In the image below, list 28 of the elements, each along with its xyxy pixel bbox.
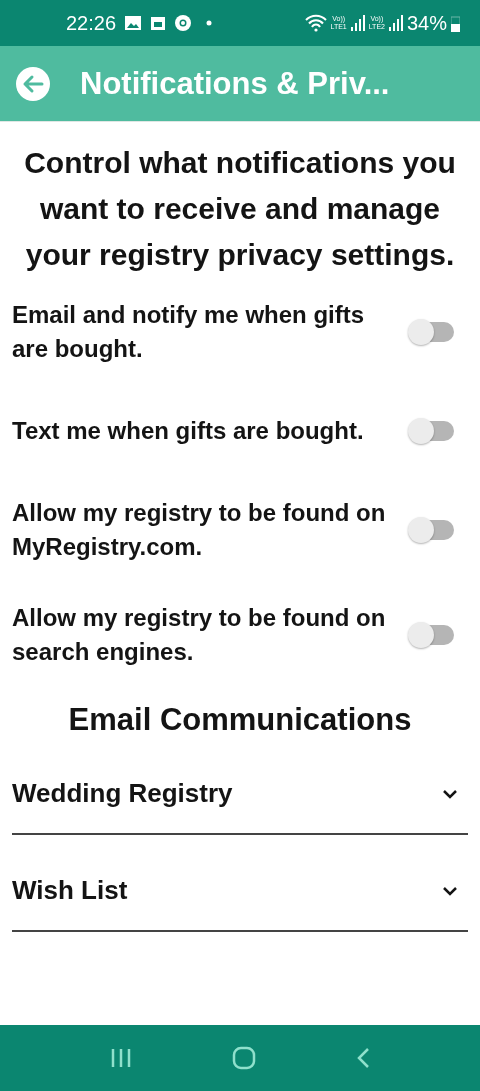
chevron-icon (442, 788, 458, 799)
toggle-switch[interactable] (410, 520, 454, 540)
battery-percent: 34% (406, 11, 447, 35)
gallery-icon (124, 15, 143, 31)
section-heading: Email Communications (67, 702, 413, 738)
signal-icon (350, 15, 365, 31)
setting-label: Text me when gifts are bought. (12, 416, 365, 446)
screen-title: Notifications & Priv... (80, 65, 390, 102)
back-button[interactable] (16, 66, 50, 101)
wifi-icon (304, 14, 327, 32)
setting-label: Allow my registry to be found on search engines. (12, 603, 387, 667)
intro-text: Control what notifications you want to receive and manage your registry privacy settings. (23, 145, 457, 273)
back-icon (356, 1047, 370, 1069)
toggle-switch[interactable] (410, 322, 454, 342)
accordion-header[interactable]: Wish List (12, 869, 468, 932)
setting-label: Email and notify me when gifts are bought. (12, 300, 366, 364)
signal-icon (388, 15, 403, 31)
setting-label: Allow my registry to be found on MyRegistry.com. (12, 498, 387, 562)
accordion-header[interactable]: Wedding Registry (12, 772, 468, 835)
home-icon (232, 1046, 256, 1070)
toggle-switch[interactable] (410, 625, 454, 645)
recent-apps-icon (110, 1047, 132, 1069)
battery-icon (451, 14, 460, 32)
toggle-switch[interactable] (410, 421, 454, 441)
chevron-icon (442, 885, 458, 896)
calendar-icon (150, 15, 167, 31)
status-time: 22:26 (66, 11, 117, 35)
browser-icon (174, 14, 193, 32)
